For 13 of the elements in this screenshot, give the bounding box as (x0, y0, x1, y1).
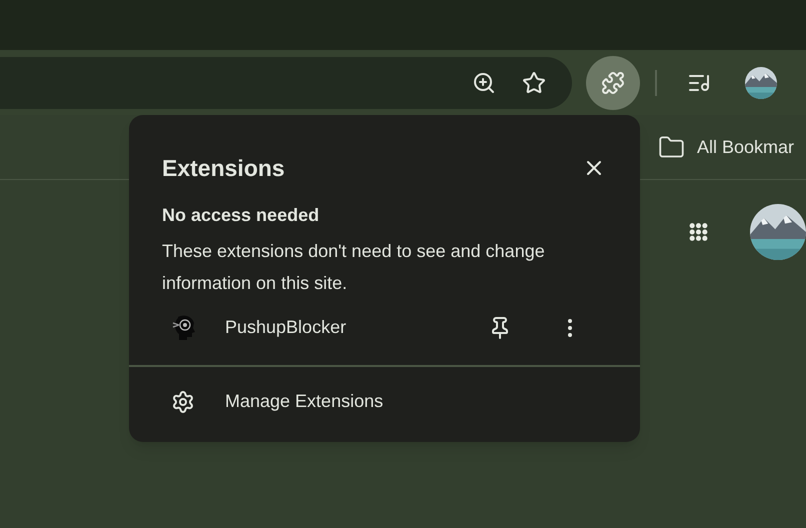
popup-title: Extensions (162, 154, 285, 183)
extensions-button[interactable] (586, 56, 640, 110)
puzzle-icon (601, 70, 625, 94)
extension-name[interactable]: PushupBlocker (225, 314, 488, 341)
section-description: These extensions don't need to see and change information on this site. (161, 240, 546, 294)
manage-extensions-item[interactable]: Manage Extensions (129, 366, 640, 436)
section-heading: No access needed (161, 204, 320, 226)
profile-avatar[interactable] (745, 66, 777, 98)
bookmark-folder[interactable]: All Bookmar (658, 134, 794, 160)
folder-icon (658, 134, 685, 160)
bookmark-star-icon[interactable] (522, 70, 546, 94)
zoom-icon[interactable] (472, 70, 496, 94)
settings-icon (171, 390, 195, 414)
